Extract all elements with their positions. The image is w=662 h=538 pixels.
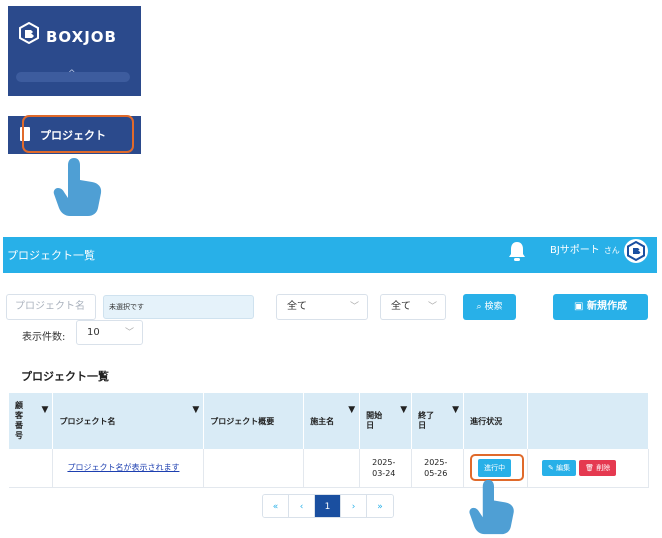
delete-button[interactable]: 🗑 削除 <box>579 459 617 476</box>
table-row: プロジェクト名が表示されます 2025-03-24 2025-05-26 進行中… <box>9 449 649 488</box>
project-name-link[interactable]: プロジェクト名が表示されます <box>67 463 179 472</box>
hand-pointer-icon <box>466 478 522 536</box>
header-customer-no[interactable]: 顧客番号 ▼ <box>9 393 54 449</box>
bell-icon[interactable] <box>507 240 527 262</box>
user-suffix: さん <box>603 246 620 255</box>
search-button[interactable]: ⌕ 検索 <box>463 294 516 320</box>
prev-page-button[interactable]: ‹ <box>289 495 315 517</box>
chevron-down-icon: ﹀ <box>124 328 134 338</box>
boxjob-logo-icon <box>19 22 39 44</box>
cell-start: 2025-03-24 <box>359 449 413 488</box>
search-icon: ⌕ <box>476 302 482 312</box>
last-page-button[interactable]: » <box>367 495 393 517</box>
hand-pointer-icon <box>52 156 108 218</box>
cell-summary <box>203 449 305 488</box>
chevron-down-icon: ﹀ <box>349 302 359 312</box>
edit-label: 編集 <box>556 463 571 472</box>
header-label: 進行状況 <box>470 416 503 426</box>
header-label: 施主名 <box>310 416 335 426</box>
project-name-input[interactable]: プロジェクト名 <box>6 294 96 320</box>
header-actions <box>527 393 649 449</box>
header-end[interactable]: 終了日 ▼ <box>411 393 465 449</box>
display-count-value: 10 <box>87 327 100 338</box>
cell-actions: ✎ 編集 🗑 削除 <box>527 449 649 488</box>
edit-button[interactable]: ✎ 編集 <box>542 459 577 476</box>
search-button-label: 検索 <box>484 302 503 312</box>
header-label: プロジェクト概要 <box>210 416 275 426</box>
filter-select-1[interactable]: 全て ﹀ <box>276 294 368 320</box>
edit-icon: ✎ <box>548 463 557 472</box>
filter-select-1-value: 全て <box>287 301 307 312</box>
cell-project-name: プロジェクト名が表示されます <box>52 449 205 488</box>
header-label: 終了日 <box>418 411 435 430</box>
sidebar-collapse-bar[interactable]: ^ <box>16 69 130 82</box>
page-button[interactable]: 1 <box>315 495 341 517</box>
header-project-name[interactable]: プロジェクト名 ▼ <box>52 393 205 449</box>
display-count-select[interactable]: 10 ﹀ <box>76 320 143 345</box>
delete-label: 削除 <box>596 463 611 472</box>
trash-icon: 🗑 <box>585 463 597 472</box>
first-page-button[interactable]: « <box>263 495 289 517</box>
filter-select-2-value: 全て <box>391 301 411 312</box>
page-title: プロジェクト一覧 <box>7 249 95 262</box>
customer-select[interactable]: 未選択です <box>103 295 254 319</box>
header-start[interactable]: 開始日 ▼ <box>359 393 413 449</box>
chevron-up-icon: ^ <box>68 69 76 79</box>
logo-text: BOXJOB <box>46 28 117 46</box>
cell-customer-no <box>9 449 54 488</box>
user-name[interactable]: BJサポート さん <box>550 241 620 256</box>
filter-select-2[interactable]: 全て ﹀ <box>380 294 446 320</box>
project-table: 顧客番号 ▼ プロジェクト名 ▼ プロジェクト概要 施主名 ▼ 開始日 ▼ 終了… <box>9 393 649 488</box>
section-title: プロジェクト一覧 <box>21 370 109 383</box>
start-date: 2025-03-24 <box>372 457 396 478</box>
sort-icon[interactable]: ▼ <box>348 405 355 415</box>
boxjob-avatar-icon <box>627 240 645 262</box>
header-owner[interactable]: 施主名 ▼ <box>303 393 361 449</box>
header-summary: プロジェクト概要 <box>203 393 305 449</box>
user-name-text: BJサポート <box>550 245 600 256</box>
sidebar-logo-panel: BOXJOB <box>8 6 141 96</box>
status-highlight-ring <box>470 454 524 481</box>
avatar[interactable] <box>624 239 648 263</box>
chevron-down-icon: ﹀ <box>427 302 437 312</box>
pagination: « ‹ 1 › » <box>262 494 394 518</box>
new-document-icon: ▣ <box>574 301 584 312</box>
table-header-row: 顧客番号 ▼ プロジェクト名 ▼ プロジェクト概要 施主名 ▼ 開始日 ▼ 終了… <box>9 393 649 449</box>
cell-end: 2025-05-26 <box>411 449 465 488</box>
new-project-label: 新規作成 <box>586 301 627 312</box>
display-count-label: 表示件数: <box>22 332 66 343</box>
sidebar-item-label: プロジェクト <box>40 129 106 142</box>
next-page-button[interactable]: › <box>341 495 367 517</box>
end-date: 2025-05-26 <box>424 457 448 478</box>
sort-icon[interactable]: ▼ <box>42 405 49 415</box>
new-project-button[interactable]: ▣ 新規作成 <box>553 294 648 320</box>
sort-icon[interactable]: ▼ <box>400 405 407 415</box>
header-label: 顧客番号 <box>15 401 23 440</box>
cell-owner <box>303 449 361 488</box>
header-label: プロジェクト名 <box>59 416 116 426</box>
sort-icon[interactable]: ▼ <box>192 405 199 415</box>
header-label: 開始日 <box>366 411 383 430</box>
sort-icon[interactable]: ▼ <box>452 405 459 415</box>
header-status: 進行状況 <box>463 393 529 449</box>
